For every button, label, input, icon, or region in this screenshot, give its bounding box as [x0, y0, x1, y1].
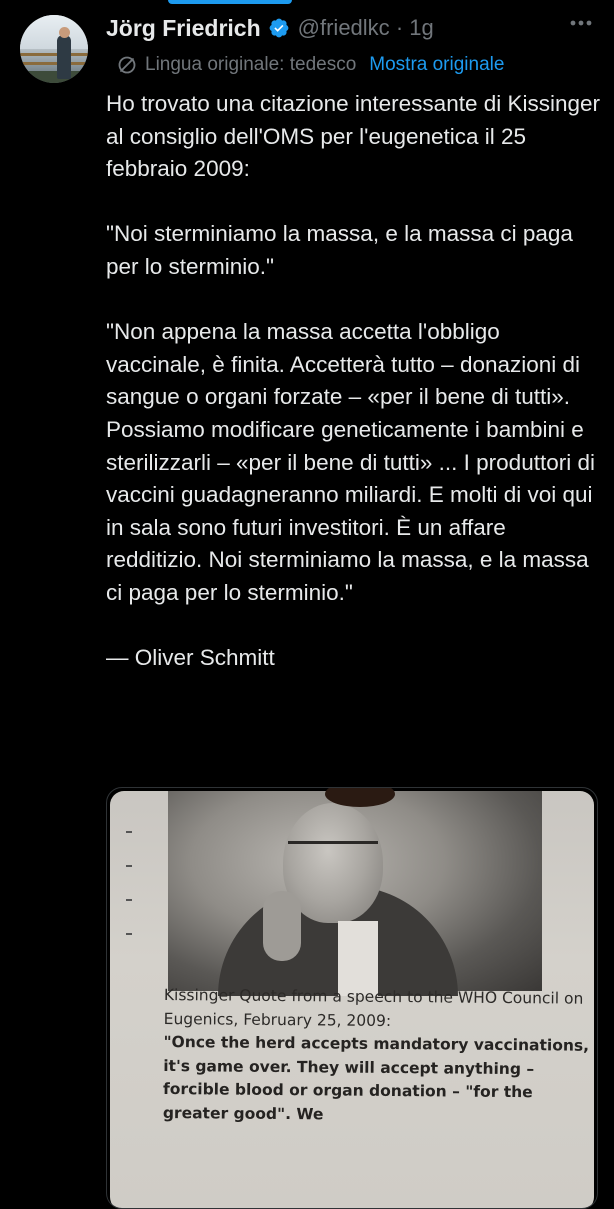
more-options-icon[interactable] [568, 16, 594, 36]
author-name[interactable]: Jörg Friedrich [106, 15, 261, 42]
handle-text[interactable]: @friedlkc [298, 15, 390, 40]
clipping-caption: Kissinger Quote from a speech to the WHO… [163, 985, 584, 1030]
ellipsis-icon [570, 20, 592, 26]
tweet-header: Jörg Friedrich @friedlkc · 1g [106, 10, 434, 46]
clipping-photo [168, 791, 542, 996]
verified-badge-icon[interactable] [268, 17, 290, 39]
translation-notice: Lingua originale: tedesco Mostra origina… [116, 50, 504, 80]
avatar[interactable] [20, 15, 88, 83]
author-handle[interactable]: @friedlkc · 1g [298, 15, 434, 41]
translate-icon [118, 56, 136, 74]
tweet-media-image[interactable]: Kissinger Quote from a speech to the WHO… [106, 787, 598, 1209]
original-language-label: Lingua originale: tedesco [145, 54, 357, 75]
timestamp[interactable]: · 1g [396, 15, 434, 40]
tweet-attribution: — Oliver Schmitt [106, 645, 275, 671]
clipping-text: Kissinger Quote from a speech to the WHO… [163, 984, 594, 1129]
newspaper-clipping: Kissinger Quote from a speech to the WHO… [110, 788, 594, 1208]
tweet-paragraph: Ho trovato una citazione interessante di… [106, 91, 601, 182]
clipping-quote: "Once the herd accepts mandatory vaccina… [162, 1032, 590, 1123]
tweet-paragraph: "Non appena la massa accetta l'obbligo v… [106, 319, 595, 605]
show-original-link[interactable]: Mostra originale [369, 54, 504, 76]
tweet-paragraph: "Noi sterminiamo la massa, e la massa ci… [106, 221, 573, 279]
margin-marks [126, 831, 136, 981]
tweet[interactable]: Jörg Friedrich @friedlkc · 1g Lingua ori… [0, 0, 614, 1209]
tweet-text: Ho trovato una citazione interessante di… [106, 88, 602, 675]
